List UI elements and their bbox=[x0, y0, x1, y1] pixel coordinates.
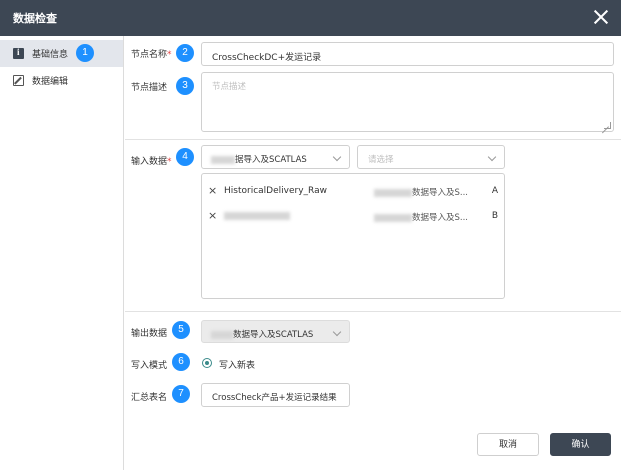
step-badge: 4 bbox=[176, 148, 194, 166]
write-mode-label: 写入模式 bbox=[131, 361, 168, 371]
node-name-label-text: 节点名称 bbox=[131, 50, 168, 60]
table-source: 数据导入及S... bbox=[374, 211, 468, 223]
close-icon[interactable] bbox=[593, 9, 609, 25]
output-data-label: 输出数据 bbox=[131, 329, 168, 339]
redacted-text bbox=[211, 155, 235, 164]
chevron-down-icon bbox=[332, 327, 342, 337]
input-table-list: × HistoricalDelivery_Raw 数据导入及S... A × 数… bbox=[201, 173, 505, 299]
summary-table-value: CrossCheck产品+发运记录结果 bbox=[212, 393, 337, 403]
section-divider bbox=[125, 311, 621, 312]
table-name: HistoricalDelivery_Raw bbox=[224, 186, 327, 196]
chevron-down-icon bbox=[487, 152, 497, 162]
input-source-select[interactable]: 据导入及SCATLAS bbox=[201, 145, 350, 169]
required-mark: * bbox=[167, 50, 172, 60]
cancel-button[interactable]: 取消 bbox=[477, 433, 539, 456]
list-item: × 数据导入及S... B bbox=[202, 207, 504, 225]
node-name-value: CrossCheckDC+发运记录 bbox=[212, 53, 322, 63]
dialog-titlebar: 数据检查 bbox=[0, 0, 621, 36]
table-name bbox=[224, 211, 290, 221]
required-mark: * bbox=[167, 157, 172, 167]
step-badge: 5 bbox=[172, 321, 190, 339]
output-data-value: 数据导入及SCATLAS bbox=[233, 330, 314, 340]
table-alias: A bbox=[491, 186, 498, 196]
table-source: 数据导入及S... bbox=[374, 186, 468, 198]
edit-icon bbox=[13, 75, 24, 86]
chevron-down-icon bbox=[332, 152, 342, 162]
node-desc-textarea[interactable]: 节点描述 bbox=[201, 72, 614, 132]
remove-icon[interactable]: × bbox=[208, 184, 217, 197]
node-name-input[interactable]: CrossCheckDC+发运记录 bbox=[201, 42, 614, 66]
section-divider bbox=[125, 139, 621, 140]
redacted-text bbox=[374, 213, 412, 222]
summary-table-label: 汇总表名 bbox=[131, 393, 168, 403]
redacted-text bbox=[224, 211, 290, 220]
table-source-text: 数据导入及S... bbox=[412, 213, 469, 223]
input-source-value: 据导入及SCATLAS bbox=[235, 155, 307, 165]
write-new-table-option[interactable]: 写入新表 bbox=[219, 358, 255, 371]
output-data-select: 数据导入及SCATLAS bbox=[201, 320, 350, 343]
sidebar: 基础信息 1 数据编辑 bbox=[0, 36, 124, 470]
step-badge: 1 bbox=[76, 44, 94, 62]
table-source-text: 数据导入及S... bbox=[412, 188, 469, 198]
input-data-label-text: 输入数据 bbox=[131, 157, 168, 167]
input-table-select[interactable]: 请选择 bbox=[357, 145, 505, 169]
step-badge: 3 bbox=[176, 77, 194, 95]
node-desc-label: 节点描述 bbox=[131, 83, 168, 93]
sidebar-item-label: 数据编辑 bbox=[32, 77, 69, 87]
summary-table-input[interactable]: CrossCheck产品+发运记录结果 bbox=[201, 383, 350, 407]
sidebar-item-data-edit[interactable]: 数据编辑 bbox=[0, 67, 123, 94]
sidebar-item-label: 基础信息 bbox=[32, 50, 69, 60]
node-name-label: 节点名称* bbox=[131, 47, 172, 60]
confirm-button[interactable]: 确认 bbox=[550, 433, 611, 456]
redacted-text bbox=[374, 188, 412, 197]
node-desc-placeholder: 节点描述 bbox=[212, 82, 247, 92]
step-badge: 2 bbox=[176, 44, 194, 62]
remove-icon[interactable]: × bbox=[208, 209, 217, 222]
dialog-title: 数据检查 bbox=[13, 12, 57, 25]
write-new-table-radio[interactable] bbox=[202, 358, 212, 368]
resize-handle-icon[interactable] bbox=[604, 122, 611, 129]
info-icon bbox=[13, 47, 24, 59]
step-badge: 7 bbox=[172, 385, 190, 403]
step-badge: 6 bbox=[172, 353, 190, 371]
sidebar-item-basic-info[interactable]: 基础信息 1 bbox=[0, 40, 123, 67]
input-table-placeholder: 请选择 bbox=[368, 155, 394, 165]
table-alias: B bbox=[491, 211, 498, 221]
redacted-text bbox=[211, 330, 233, 339]
input-data-label: 输入数据* bbox=[131, 154, 172, 167]
list-item: × HistoricalDelivery_Raw 数据导入及S... A bbox=[202, 182, 504, 200]
